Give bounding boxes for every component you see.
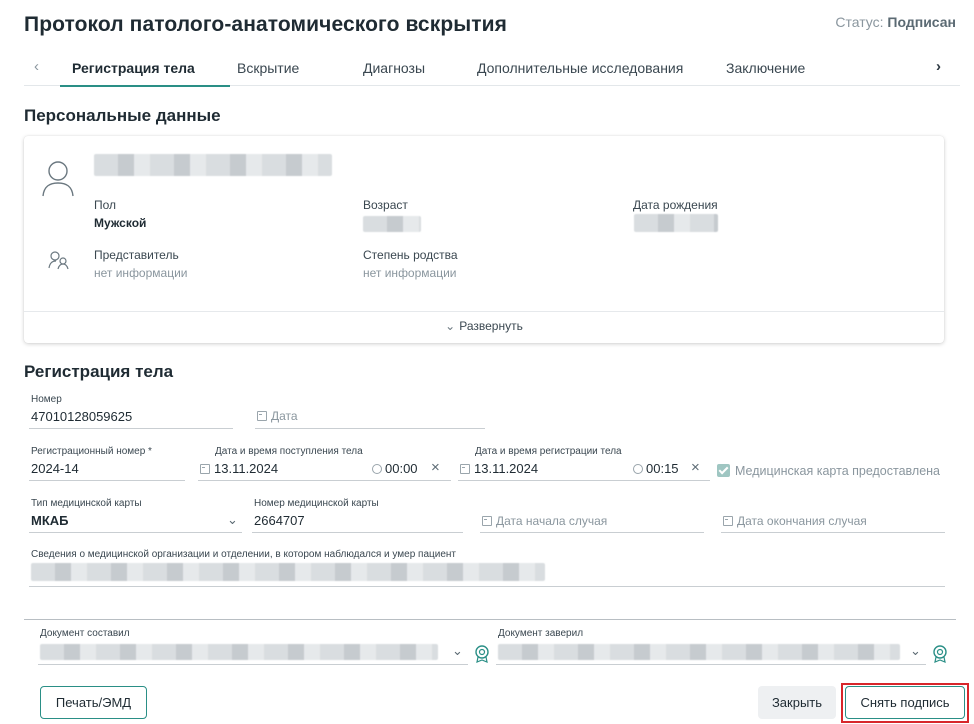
chevron-left-icon[interactable]: ‹ xyxy=(34,58,39,75)
reg-number-label: Регистрационный номер * xyxy=(31,446,152,457)
certified-value-redacted[interactable] xyxy=(498,644,900,660)
composed-value-redacted[interactable] xyxy=(40,644,438,660)
clock-icon xyxy=(372,464,382,474)
card-type-select[interactable]: МКАБ xyxy=(31,513,69,528)
med-card-provided-checkbox[interactable]: Медицинская карта предоставлена xyxy=(717,464,940,478)
arrival-time-field[interactable]: 00:00 xyxy=(372,461,418,476)
case-end-placeholder: Дата окончания случая xyxy=(737,514,867,528)
tab-conclusion[interactable]: Заключение xyxy=(726,60,805,76)
patient-name-redacted xyxy=(94,154,332,176)
kinship-value: нет информации xyxy=(363,266,457,280)
calendar-icon xyxy=(257,411,267,421)
expand-label: Развернуть xyxy=(459,319,523,333)
checkbox-checked-icon xyxy=(717,464,730,477)
tab-additional-research[interactable]: Дополнительные исследования xyxy=(477,60,683,76)
birth-date-label: Дата рождения xyxy=(633,198,718,212)
case-start-placeholder: Дата начала случая xyxy=(496,514,608,528)
chevron-down-icon[interactable]: ⌄ xyxy=(227,512,238,528)
representative-label: Представитель xyxy=(94,248,179,262)
reg-number-field[interactable]: 2024-14 xyxy=(31,461,79,476)
kinship-label: Степень родства xyxy=(363,248,458,262)
status-label: Статус: xyxy=(835,14,884,30)
clock-icon xyxy=(633,464,643,474)
org-info-underline xyxy=(29,586,945,587)
sex-label: Пол xyxy=(94,198,117,212)
tab-diagnoses[interactable]: Диагнозы xyxy=(363,60,425,76)
status-indicator: Статус: Подписан xyxy=(835,14,956,30)
arrival-date-value: 13.11.2024 xyxy=(214,461,279,476)
clear-arrival-icon[interactable]: × xyxy=(431,459,440,476)
number-field[interactable]: 47010128059625 xyxy=(31,409,132,424)
status-value: Подписан xyxy=(887,14,956,30)
arrival-date-field[interactable]: 13.11.2024 xyxy=(200,461,278,476)
case-end-field[interactable]: Дата окончания случая xyxy=(723,514,867,528)
case-start-field[interactable]: Дата начала случая xyxy=(482,514,607,528)
card-type-underline xyxy=(29,532,242,533)
chevron-down-icon[interactable]: ⌄ xyxy=(910,643,921,659)
card-number-label: Номер медицинской карты xyxy=(254,498,379,509)
chevron-right-icon[interactable]: › xyxy=(936,58,941,75)
documents-divider xyxy=(24,619,956,620)
composed-label: Документ составил xyxy=(40,628,130,639)
tab-body-registration[interactable]: Регистрация тела xyxy=(72,60,195,76)
card-number-underline xyxy=(252,532,463,533)
age-value-redacted xyxy=(363,216,421,232)
sex-value: Мужской xyxy=(94,216,147,230)
tab-bar: ‹ Регистрация тела Вскрытие Диагнозы Доп… xyxy=(24,52,960,87)
birth-date-redacted xyxy=(634,214,718,232)
registration-dt-label: Дата и время регистрации тела xyxy=(475,446,622,457)
registration-title: Регистрация тела xyxy=(24,362,174,381)
card-number-field[interactable]: 2664707 xyxy=(254,513,305,528)
active-tab-indicator xyxy=(60,85,230,87)
representative-value: нет информации xyxy=(94,266,188,280)
org-info-label: Сведения о медицинской организации и отд… xyxy=(31,549,457,560)
arrival-time-value: 00:00 xyxy=(385,461,418,476)
patient-card: Пол Мужской Возраст Дата рождения Предст… xyxy=(24,136,944,343)
date-placeholder: Дата xyxy=(271,409,298,423)
certified-label: Документ заверил xyxy=(498,628,584,639)
calendar-icon xyxy=(200,464,210,474)
calendar-icon xyxy=(723,516,733,526)
close-button[interactable]: Закрыть xyxy=(758,686,836,719)
chevron-down-icon[interactable]: ⌄ xyxy=(452,643,463,659)
clear-registration-icon[interactable]: × xyxy=(691,459,700,476)
representative-icon xyxy=(48,251,69,270)
personal-data-title: Персональные данные xyxy=(24,106,221,125)
org-info-redacted[interactable] xyxy=(31,563,545,581)
print-emd-button[interactable]: Печать/ЭМД xyxy=(40,686,147,719)
date-field[interactable]: Дата xyxy=(257,409,298,423)
chevron-down-icon: ⌄ xyxy=(445,319,456,333)
registration-date-value: 13.11.2024 xyxy=(474,461,539,476)
case-end-underline xyxy=(721,532,945,533)
number-label: Номер xyxy=(31,394,62,405)
calendar-icon xyxy=(482,516,492,526)
age-label: Возраст xyxy=(363,198,408,212)
expand-button[interactable]: ⌄ Развернуть xyxy=(24,319,944,333)
card-divider xyxy=(24,311,944,312)
reg-number-underline xyxy=(29,480,185,481)
registration-underline xyxy=(458,480,710,481)
case-start-underline xyxy=(480,532,704,533)
card-type-label: Тип медицинской карты xyxy=(31,498,142,509)
calendar-icon xyxy=(460,464,470,474)
certified-underline xyxy=(496,664,926,665)
registration-time-value: 00:15 xyxy=(646,461,679,476)
registration-time-field[interactable]: 00:15 xyxy=(633,461,679,476)
page-title: Протокол патолого-анатомического вскрыти… xyxy=(24,13,508,36)
remove-signature-button[interactable]: Снять подпись xyxy=(845,686,965,719)
composed-underline xyxy=(38,664,468,665)
signature-seal-icon[interactable] xyxy=(932,645,948,663)
number-underline xyxy=(29,428,233,429)
patient-avatar-icon xyxy=(42,161,74,197)
date-underline xyxy=(255,428,485,429)
arrival-underline xyxy=(198,480,451,481)
arrival-label: Дата и время поступления тела xyxy=(215,446,363,457)
med-card-provided-label: Медицинская карта предоставлена xyxy=(735,464,941,478)
signature-seal-icon[interactable] xyxy=(474,645,490,663)
tab-autopsy[interactable]: Вскрытие xyxy=(237,60,299,76)
registration-date-field[interactable]: 13.11.2024 xyxy=(460,461,538,476)
